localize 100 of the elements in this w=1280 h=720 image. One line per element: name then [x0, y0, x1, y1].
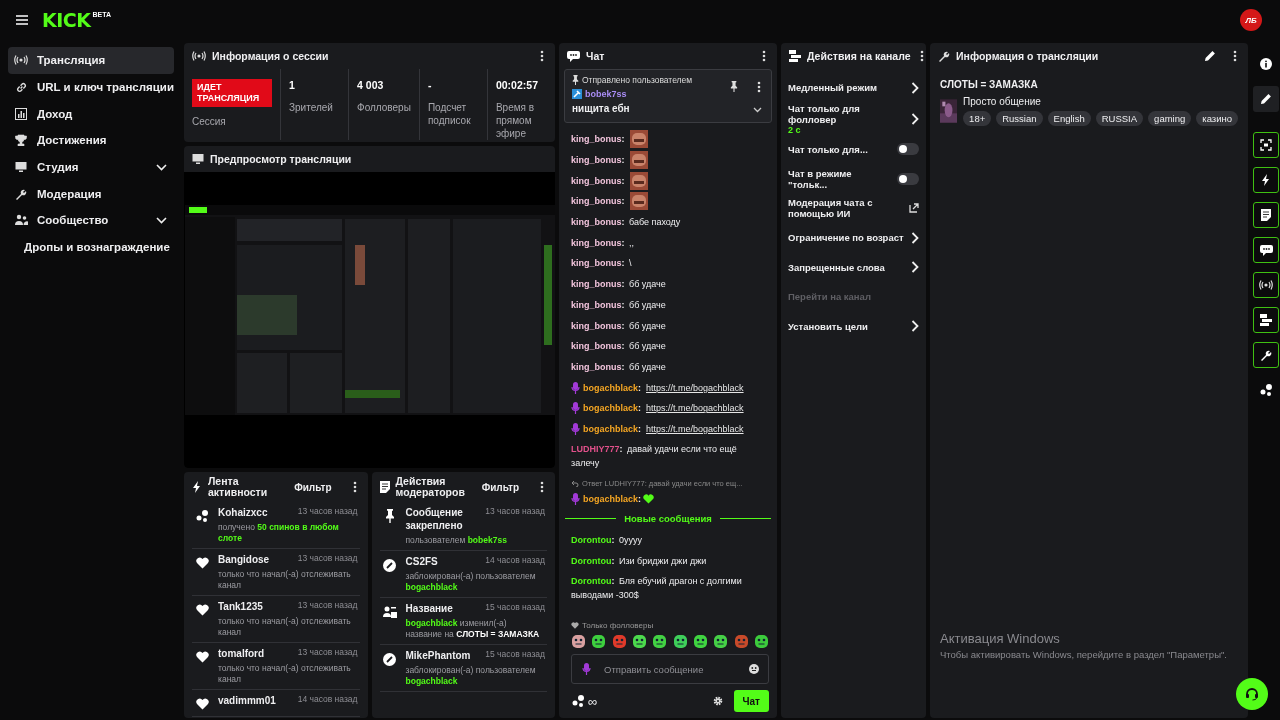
emoji-icon[interactable] — [749, 664, 759, 674]
lightning-icon[interactable] — [1253, 167, 1279, 193]
event-time: 13 часов назад — [485, 506, 545, 518]
chevron-icon[interactable] — [753, 107, 762, 113]
username[interactable]: bogachblack — [583, 403, 638, 414]
emote-icon[interactable] — [652, 634, 668, 649]
category-link[interactable]: Просто общение — [963, 96, 1238, 107]
event-title: CS2FS — [405, 555, 438, 568]
emote-icon[interactable] — [713, 634, 729, 649]
colon: : — [621, 155, 625, 166]
tag[interactable]: Russian — [996, 111, 1043, 126]
toggle-switch[interactable] — [897, 172, 919, 185]
filter-button[interactable]: Фильтр — [481, 481, 519, 493]
heart-icon — [571, 622, 579, 629]
username[interactable]: bogachblack — [583, 493, 638, 504]
username[interactable]: king_bonus — [571, 196, 622, 207]
note-icon[interactable] — [1253, 202, 1279, 228]
colon: : — [621, 134, 625, 145]
action-item[interactable]: Медленный режим — [788, 82, 878, 94]
tag[interactable]: казино — [1196, 111, 1238, 126]
tag[interactable]: 18+ — [963, 111, 992, 126]
toggle-switch[interactable] — [897, 143, 919, 156]
wrench-icon — [14, 187, 28, 200]
username[interactable]: bogachblack — [583, 423, 638, 434]
tag[interactable]: gaming — [1148, 111, 1192, 126]
settings-icon[interactable] — [712, 696, 723, 706]
headset-icon — [1245, 687, 1259, 701]
sidebar-item[interactable]: Модерация — [8, 180, 174, 208]
action-item[interactable]: Запрещенные слова — [788, 261, 885, 273]
username[interactable]: bobek7ss — [585, 89, 627, 99]
sidebar-item[interactable]: Студия — [8, 153, 174, 181]
reply-icon — [571, 480, 579, 488]
emote-icon[interactable] — [632, 634, 647, 649]
chat-message: king_bonus: бб удаче — [571, 298, 666, 312]
action-item[interactable]: Чат только для фолловер — [788, 102, 907, 125]
pencil-icon[interactable] — [1253, 86, 1279, 112]
user-avatar[interactable]: ЛБ — [1240, 9, 1262, 31]
action-item[interactable]: Чат только для... — [788, 143, 868, 155]
broadcast-icon — [192, 51, 206, 61]
emote-icon[interactable] — [692, 634, 708, 649]
pin-icon[interactable] — [730, 81, 738, 92]
sidebar-item[interactable]: Сообщество — [8, 207, 174, 234]
username[interactable]: king_bonus — [571, 155, 622, 166]
menu-icon[interactable] — [16, 15, 28, 25]
panel-title: Предпросмотр трансляции — [210, 153, 352, 165]
channel-actions-icon[interactable] — [1253, 307, 1279, 333]
tag[interactable]: English — [1047, 111, 1091, 126]
sidebar-item[interactable]: Трансляция — [8, 47, 174, 74]
heart-icon — [194, 602, 210, 618]
chat-bubble-icon[interactable] — [1253, 237, 1279, 263]
emote-icon[interactable] — [753, 634, 769, 649]
username[interactable]: king_bonus — [571, 134, 622, 145]
event-time: 14 часов назад — [297, 694, 358, 706]
monitor-icon — [192, 153, 204, 165]
chat-message: LUDHIY777: давай удачи если что ещё залечу — [571, 443, 738, 471]
sidebar-item[interactable]: URL и ключ трансляции — [8, 73, 174, 101]
sidebar-item[interactable]: Достижения — [8, 127, 174, 154]
sidebar-item[interactable]: Дропы и вознаграждение — [8, 233, 174, 261]
capture-icon[interactable] — [1253, 132, 1279, 158]
chat-message: Dorontou: 0уууу — [571, 534, 642, 548]
sidebar-item[interactable]: Доход — [8, 100, 174, 128]
broadcast-icon[interactable] — [1253, 272, 1279, 298]
logo[interactable]: KICK — [42, 9, 91, 31]
emote-icon[interactable] — [611, 634, 627, 649]
filter-button[interactable]: Фильтр — [294, 481, 332, 493]
event-title: Tank1235 — [218, 600, 263, 613]
action-value: 2 с — [788, 124, 801, 135]
message-input[interactable]: Отправить сообщение — [571, 654, 769, 684]
hammer-badge-icon — [572, 89, 582, 99]
tag[interactable]: RUSSIA — [1095, 111, 1144, 126]
action-item[interactable]: Установить цели — [788, 320, 868, 332]
pencil-icon[interactable] — [1204, 50, 1216, 62]
event-description: только что начал(-а) отслеживать канал — [218, 663, 352, 685]
action-item[interactable]: Модерация чата с помощью ИИ — [788, 197, 905, 220]
user-card-icon — [381, 604, 398, 620]
event-time: 15 часов назад — [485, 602, 545, 614]
heart-icon — [194, 649, 210, 665]
action-item[interactable]: Ограничение по возраст — [788, 232, 904, 244]
pinned-text: нищита ебн — [572, 103, 631, 114]
chat-message: king_bonus: бабе паходу — [571, 216, 681, 230]
link[interactable]: https://t.me/bogachblack — [646, 403, 744, 414]
external-link-icon[interactable] — [909, 203, 919, 214]
username[interactable]: bogachblack — [583, 382, 638, 393]
link[interactable]: https://t.me/bogachblack — [646, 423, 744, 434]
stat-label: Время в прямом эфире — [495, 101, 536, 140]
link[interactable]: https://t.me/bogachblack — [646, 382, 744, 393]
send-button[interactable]: Чат — [733, 690, 769, 712]
emote-icon[interactable] — [591, 634, 607, 649]
event-time: 14 часов назад — [485, 555, 545, 567]
panel-title: Действия на канале — [807, 50, 911, 62]
event-time: 15 часов назад — [485, 649, 545, 661]
stat-value: - — [427, 79, 433, 91]
emote-icon[interactable] — [571, 634, 586, 649]
emote-icon — [629, 171, 648, 190]
wrench-icon[interactable] — [1253, 342, 1279, 368]
dots-icon[interactable] — [571, 694, 585, 708]
support-button[interactable] — [1236, 678, 1268, 710]
action-item[interactable]: Чат в режиме "тольк... — [788, 167, 893, 190]
emote-icon[interactable] — [672, 634, 688, 649]
username[interactable]: king_bonus — [571, 175, 622, 186]
